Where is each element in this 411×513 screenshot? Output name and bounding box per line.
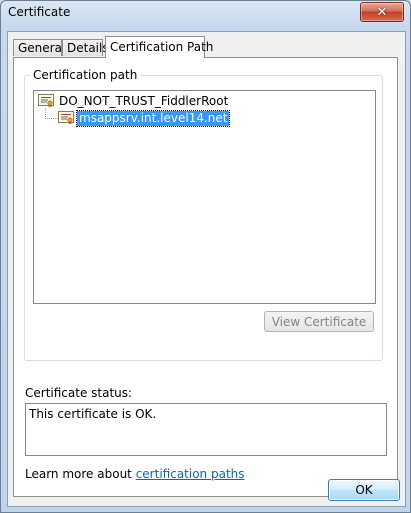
tree-node-root-label: DO_NOT_TRUST_FiddlerRoot bbox=[59, 93, 229, 108]
certificate-status-box[interactable]: This certificate is OK. bbox=[25, 403, 387, 456]
tree-node-leaf-label: msappsrv.int.level14.net bbox=[75, 109, 231, 127]
window-title: Certificate bbox=[8, 5, 71, 19]
learn-more-line: Learn more about certification paths bbox=[25, 467, 245, 481]
certification-path-panel: Certification path DO_NOT_TRUST_FiddlerR… bbox=[13, 57, 398, 497]
tree-node-root[interactable]: DO_NOT_TRUST_FiddlerRoot bbox=[38, 93, 230, 109]
dialog-client-area: General Details Certification Path Certi… bbox=[7, 31, 406, 507]
tab-general[interactable]: General bbox=[13, 39, 65, 56]
certificate-warning-icon bbox=[58, 111, 74, 125]
tab-certification-path[interactable]: Certification Path bbox=[105, 36, 213, 58]
certificate-status-label: Certificate status: bbox=[25, 386, 133, 400]
view-certificate-button[interactable]: View Certificate bbox=[264, 311, 374, 332]
certification-path-group: Certification path DO_NOT_TRUST_FiddlerR… bbox=[24, 68, 383, 361]
learn-more-prefix: Learn more about bbox=[25, 467, 136, 481]
certification-path-group-label: Certification path bbox=[30, 68, 141, 82]
tree-connector-line bbox=[45, 108, 58, 119]
certification-path-tree[interactable]: DO_NOT_TRUST_FiddlerRoot msappsrv.int.le… bbox=[33, 90, 376, 304]
close-icon: ✕ bbox=[376, 4, 388, 20]
certification-paths-link[interactable]: certification paths bbox=[136, 467, 245, 481]
certificate-dialog: Certificate ✕ General Details Certificat… bbox=[0, 0, 411, 513]
close-button[interactable]: ✕ bbox=[360, 2, 404, 22]
ok-button[interactable]: OK bbox=[328, 479, 400, 501]
certificate-icon bbox=[38, 94, 54, 108]
tree-node-leaf[interactable]: msappsrv.int.level14.net bbox=[58, 109, 231, 127]
title-bar[interactable]: Certificate ✕ bbox=[1, 1, 410, 25]
tab-details[interactable]: Details bbox=[62, 39, 109, 56]
certificate-status-text: This certificate is OK. bbox=[29, 407, 157, 421]
